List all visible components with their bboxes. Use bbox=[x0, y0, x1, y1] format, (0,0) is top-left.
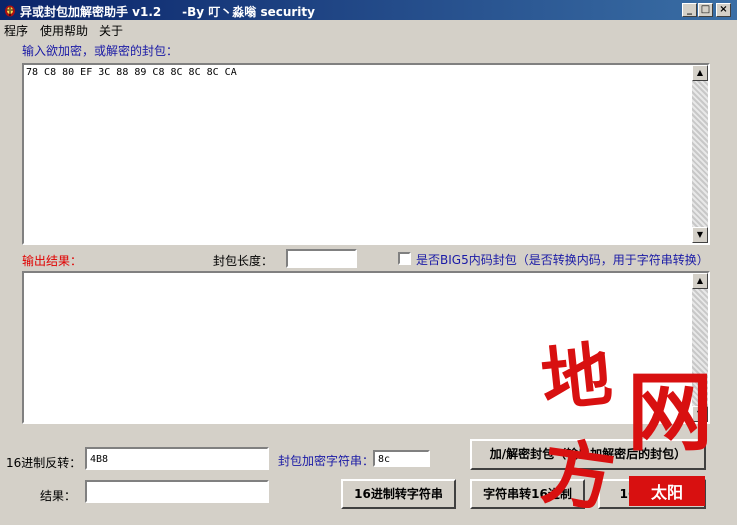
hex-reverse-label: 16进制反转： bbox=[6, 456, 82, 470]
key-label: 封包加密字符串： bbox=[278, 454, 375, 468]
key-input[interactable]: 8c bbox=[373, 450, 430, 467]
big5-checkbox[interactable] bbox=[398, 252, 411, 265]
title-bar: 异或封包加解密助手 v1.2 -By 叮丶淼嗡 security _ □ × bbox=[0, 0, 737, 20]
input-scrollbar[interactable]: ▲ ▼ bbox=[692, 65, 708, 243]
key-value: 8c bbox=[378, 454, 391, 465]
app-bug-icon bbox=[5, 5, 15, 17]
result-label: 结果： bbox=[40, 489, 77, 503]
close-button[interactable]: × bbox=[716, 3, 731, 17]
input-label: 输入欲加密，或解密的封包： bbox=[22, 44, 179, 58]
input-packet-textarea[interactable]: 78 C8 80 EF 3C 88 89 C8 8C 8C 8C CA ▲ ▼ bbox=[22, 63, 710, 245]
big5-label: 是否BIG5内码封包（是否转换内码，用于字符串转换） bbox=[416, 253, 709, 267]
input-packet-text: 78 C8 80 EF 3C 88 89 C8 8C 8C 8C CA bbox=[26, 67, 237, 78]
svg-text:网: 网 bbox=[627, 362, 713, 463]
menu-help[interactable]: 使用帮助 bbox=[40, 22, 88, 39]
scroll-down-icon[interactable]: ▼ bbox=[692, 227, 708, 243]
svg-text:地: 地 bbox=[538, 332, 616, 422]
menu-program[interactable]: 程序 bbox=[4, 22, 28, 39]
length-label: 封包长度： bbox=[213, 254, 274, 268]
scroll-up-icon[interactable]: ▲ bbox=[692, 65, 708, 81]
hex-reverse-value: 4B8 bbox=[90, 454, 109, 465]
hex-reverse-input[interactable]: 4B8 bbox=[85, 447, 269, 470]
svg-text:太阳: 太阳 bbox=[650, 483, 683, 502]
menu-bar: 程序 使用帮助 关于 bbox=[0, 20, 737, 39]
window-title: 异或封包加解密助手 v1.2 -By 叮丶淼嗡 security bbox=[20, 5, 315, 19]
minimize-button[interactable]: _ bbox=[682, 3, 697, 17]
length-field[interactable] bbox=[286, 249, 357, 268]
result-input[interactable] bbox=[85, 480, 269, 503]
hex-to-string-button[interactable]: 16进制转字符串 bbox=[341, 479, 456, 509]
maximize-button[interactable]: □ bbox=[698, 3, 713, 17]
output-label: 输出结果： bbox=[22, 254, 83, 268]
watermark-logo: 地 方 网 太阳 bbox=[537, 332, 713, 522]
scroll-up-icon[interactable]: ▲ bbox=[692, 273, 708, 289]
menu-about[interactable]: 关于 bbox=[99, 22, 123, 39]
svg-text:方: 方 bbox=[537, 428, 620, 522]
